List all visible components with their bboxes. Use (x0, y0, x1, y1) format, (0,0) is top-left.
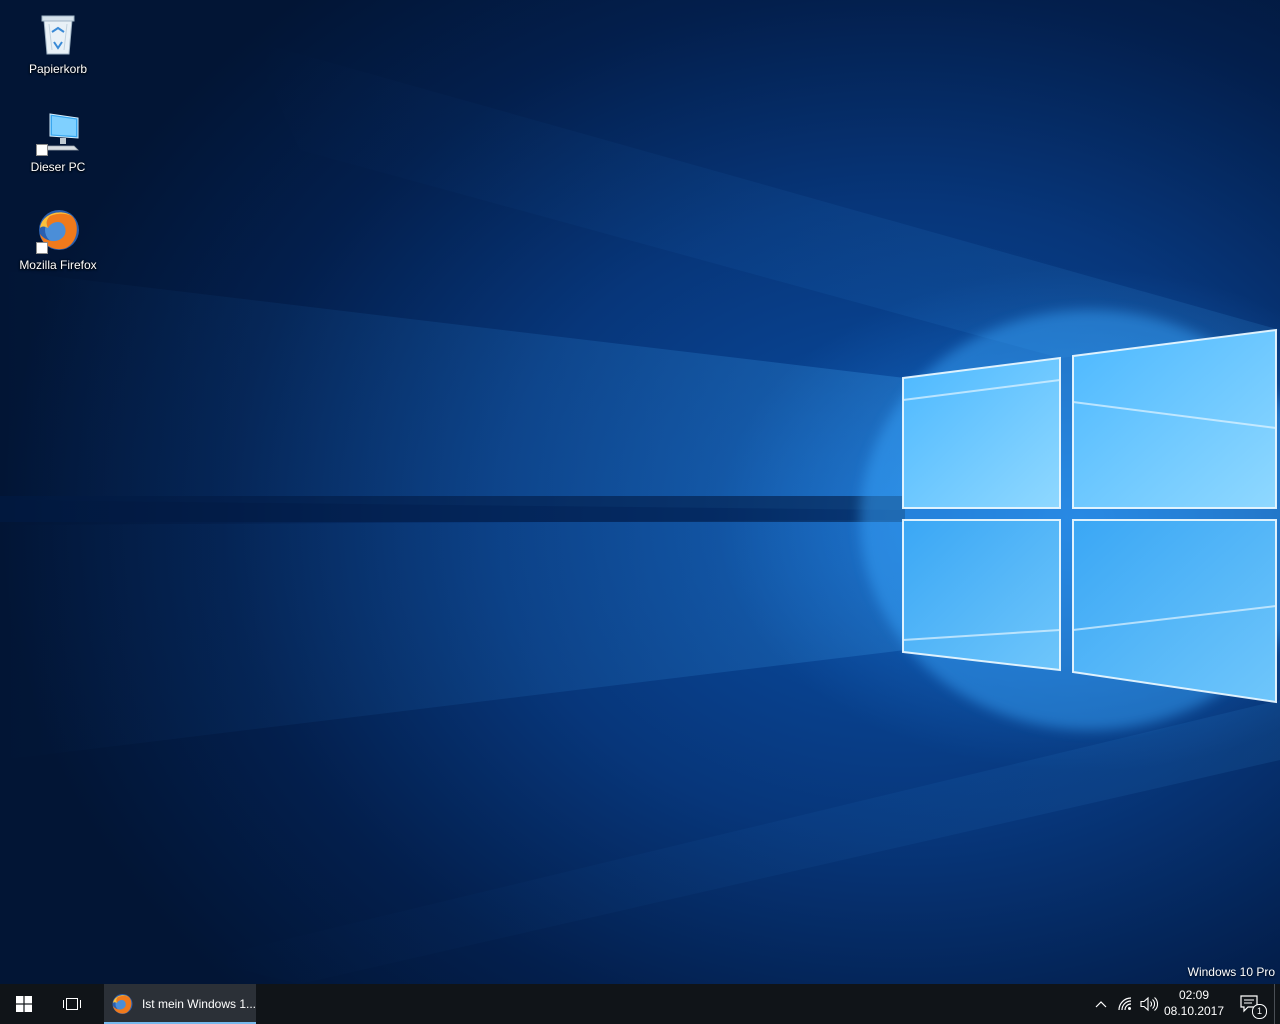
volume-button[interactable] (1138, 984, 1160, 1024)
notification-badge: 1 (1252, 1004, 1267, 1019)
shortcut-arrow-icon (36, 144, 48, 156)
desktop-icon-this-pc[interactable]: Dieser PC (10, 102, 106, 184)
network-icon (1118, 997, 1132, 1011)
show-hidden-icons-button[interactable] (1090, 984, 1112, 1024)
volume-icon (1140, 996, 1158, 1012)
clock-time: 02:09 (1178, 988, 1210, 1002)
clock[interactable]: 02:09 08.10.2017 (1162, 984, 1226, 1024)
windows-hero-wallpaper (0, 40, 1280, 984)
desktop-icon-label: Mozilla Firefox (19, 258, 97, 272)
computer-icon (34, 108, 82, 156)
network-button[interactable] (1114, 984, 1136, 1024)
desktop[interactable]: Papierkorb Dieser PC Mozilla Firefox Win… (0, 0, 1280, 984)
taskbar-app-label: Ist mein Windows 1... (141, 997, 256, 1011)
taskbar-app-firefox[interactable]: Ist mein Windows 1... (104, 984, 256, 1024)
windows-logo-icon (16, 996, 32, 1012)
taskbar: Ist mein Windows 1... 02:09 08.10.2017 1 (0, 984, 1280, 1024)
show-desktop-button[interactable] (1274, 984, 1280, 1024)
start-button[interactable] (0, 984, 48, 1024)
desktop-icon-recycle-bin[interactable]: Papierkorb (10, 4, 106, 86)
firefox-icon (112, 994, 133, 1014)
clock-date: 08.10.2017 (1163, 1004, 1225, 1018)
windows-edition-watermark: Windows 10 Pro (1187, 965, 1275, 979)
desktop-icon-label: Dieser PC (30, 160, 86, 174)
task-view-button[interactable] (48, 984, 96, 1024)
task-view-icon (63, 998, 81, 1010)
firefox-icon (34, 206, 82, 254)
shortcut-arrow-icon (36, 242, 48, 254)
recycle-bin-icon (34, 10, 82, 58)
chevron-up-icon (1095, 1001, 1107, 1008)
desktop-icon-firefox[interactable]: Mozilla Firefox (10, 200, 106, 282)
desktop-icon-label: Papierkorb (28, 62, 88, 76)
action-center-button[interactable]: 1 (1232, 984, 1268, 1024)
